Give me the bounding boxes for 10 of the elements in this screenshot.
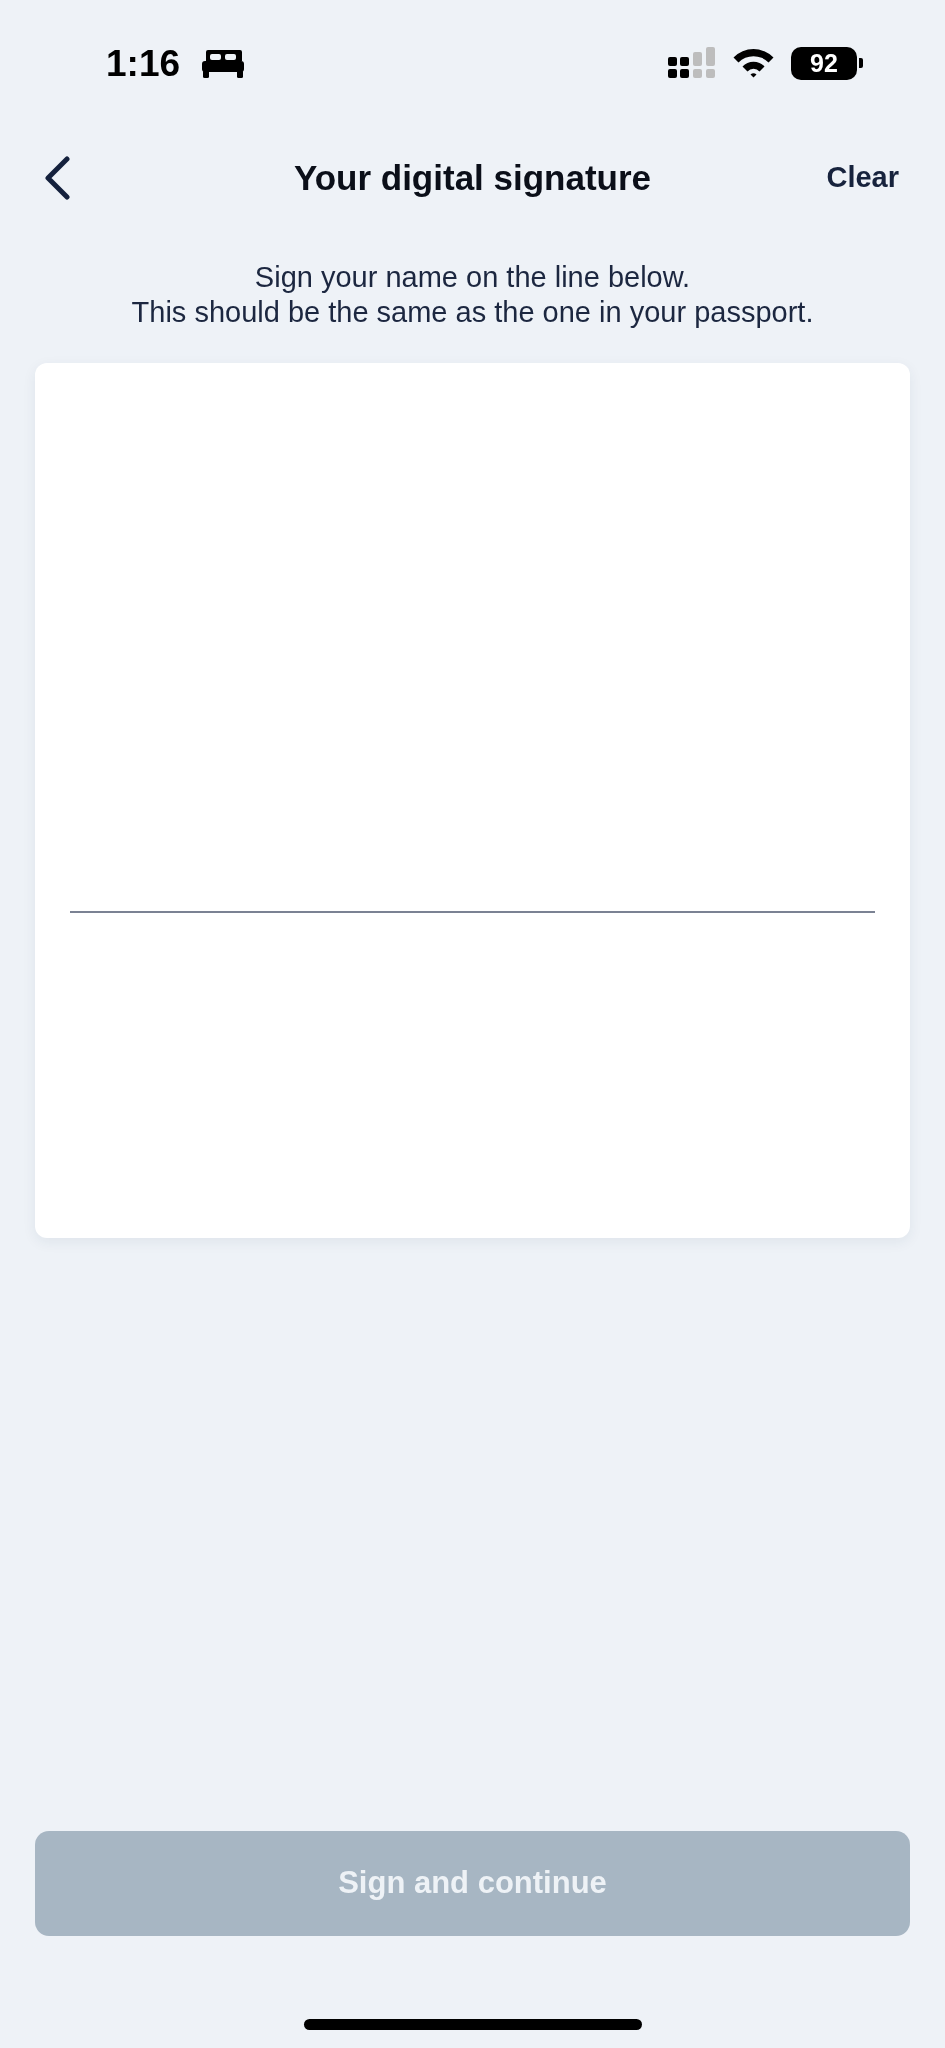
back-chevron-icon xyxy=(44,156,70,200)
status-time: 1:16 xyxy=(106,44,181,82)
bed-icon xyxy=(202,48,245,78)
instruction-text: This should be the same as the one in your passport. xyxy=(131,295,814,330)
wifi-icon xyxy=(733,48,774,78)
instruction-text: Sign your name on the line below. xyxy=(254,260,691,295)
signal-icon xyxy=(668,47,716,79)
battery-level: 92 xyxy=(791,46,857,80)
page-title: Your digital signature xyxy=(293,156,652,199)
clear-button[interactable]: Clear xyxy=(826,156,899,200)
